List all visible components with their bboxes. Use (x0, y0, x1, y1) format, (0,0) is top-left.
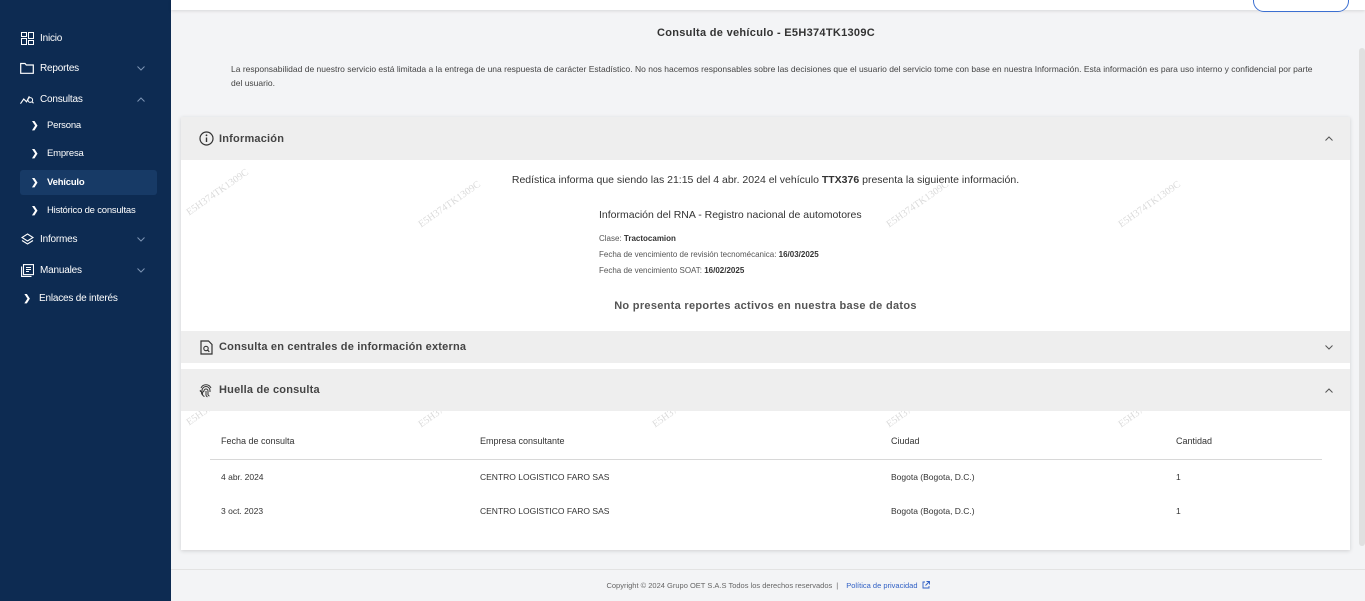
sidebar-subitem-vehiculo[interactable]: ❯ Vehículo (20, 170, 157, 195)
chevron-up-icon (1324, 385, 1334, 395)
vehicle-plate: TTX376 (821, 174, 860, 186)
cell-ciudad: Bogota (Bogota, D.C.) (891, 506, 975, 516)
scrollbar[interactable] (1359, 48, 1365, 546)
book-icon (20, 263, 34, 277)
sidebar-item-label: Informes (40, 233, 78, 245)
sidebar-item-label: Manuales (40, 264, 82, 276)
sidebar-item-label: Consultas (40, 93, 83, 105)
sidebar-subitem-label: Empresa (47, 148, 84, 159)
chevron-right-icon: ❯ (31, 205, 39, 215)
fingerprint-icon (198, 382, 214, 398)
row-label: Clase: (599, 234, 624, 243)
chevron-down-icon (135, 62, 147, 74)
document-search-icon (198, 339, 214, 355)
sidebar-item-label: Inicio (40, 32, 63, 44)
cell-cantidad: 1 (1176, 472, 1181, 482)
section-title: Consulta en centrales de información ext… (219, 341, 467, 353)
top-bar (171, 0, 1365, 10)
sidebar-subitem-label: Persona (47, 120, 81, 131)
folder-icon (20, 61, 34, 75)
results-card: E5H374TK1309C E5H374TK1309C E5H374TK1309… (181, 117, 1350, 550)
table-divider (210, 459, 1322, 460)
chevron-down-icon (135, 233, 147, 245)
accordion-consulta-externa[interactable]: Consulta en centrales de información ext… (181, 331, 1350, 363)
chevron-down-icon (135, 264, 147, 276)
chevron-right-icon: ❯ (31, 148, 39, 158)
layers-icon (20, 232, 34, 246)
no-reports-message: No presenta reportes activos en nuestra … (614, 300, 917, 312)
sidebar-item-informes[interactable]: Informes (0, 226, 171, 252)
watermark: E5H374TK1309C (1116, 178, 1183, 231)
external-link-icon[interactable] (922, 580, 930, 591)
rna-row-soat: Fecha de vencimiento SOAT: 16/02/2025 (599, 266, 744, 275)
cell-empresa: CENTRO LOGISTICO FARO SAS (480, 506, 610, 516)
chevron-right-icon: ❯ (31, 177, 39, 187)
disclaimer-text: La responsabilidad de nuestro servicio e… (231, 64, 1313, 88)
cell-ciudad: Bogota (Bogota, D.C.) (891, 472, 975, 482)
sidebar-subitem-label: Vehículo (47, 177, 85, 188)
footer: Copyright © 2024 Grupo OET S.A.S Todos l… (171, 569, 1365, 601)
sidebar-subitem-persona[interactable]: ❯ Persona (20, 113, 157, 138)
sidebar-item-inicio[interactable]: Inicio (0, 25, 171, 51)
privacy-link[interactable]: Política de privacidad (846, 581, 917, 590)
statement-suffix: presenta la siguiente información. (859, 174, 1020, 186)
dashboard-icon (20, 31, 34, 45)
rna-row-clase: Clase: Tractocamion (599, 234, 676, 243)
search-chart-icon (20, 92, 34, 106)
section-title: Huella de consulta (219, 384, 320, 396)
sidebar-item-label: Enlaces de interés (39, 292, 118, 304)
row-label: Fecha de vencimiento SOAT: (599, 266, 705, 275)
sidebar-item-reportes[interactable]: Reportes (0, 55, 171, 81)
chevron-down-icon (1324, 342, 1334, 352)
sidebar-item-label: Reportes (40, 62, 79, 74)
rna-title: Información del RNA - Registro nacional … (599, 209, 862, 221)
column-header-fecha: Fecha de consulta (221, 436, 295, 446)
sidebar-subitem-label: Histórico de consultas (47, 205, 136, 216)
sidebar-subitem-empresa[interactable]: ❯ Empresa (20, 141, 157, 166)
accordion-informacion[interactable]: Información (181, 117, 1350, 160)
page-title: Consulta de vehículo - E5H374TK1309C (656, 27, 876, 39)
row-value: 16/03/2025 (778, 250, 819, 259)
cell-empresa: CENTRO LOGISTICO FARO SAS (480, 472, 610, 482)
row-value: Tractocamion (623, 234, 676, 243)
column-header-empresa: Empresa consultante (480, 436, 565, 446)
column-header-cantidad: Cantidad (1176, 436, 1213, 446)
sidebar: Inicio Reportes Consultas ❯ Persona ❯ Em… (0, 0, 171, 601)
sidebar-item-consultas[interactable]: Consultas (0, 86, 171, 112)
chevron-right-icon: ❯ (31, 120, 39, 130)
rna-row-tecnomecanica: Fecha de vencimiento de revisión tecnomé… (599, 250, 819, 259)
cell-fecha: 4 abr. 2024 (221, 472, 264, 482)
sidebar-subitem-historico[interactable]: ❯ Histórico de consultas (20, 198, 157, 223)
info-icon (198, 131, 214, 147)
top-action-button[interactable] (1253, 0, 1349, 12)
info-statement: Redística informa que siendo las 21:15 d… (181, 174, 1350, 186)
chevron-up-icon (1324, 134, 1334, 144)
watermark: E5H374TK1309C (416, 178, 483, 231)
accordion-huella[interactable]: Huella de consulta (181, 369, 1350, 411)
sidebar-item-enlaces[interactable]: ❯ Enlaces de interés (0, 285, 171, 311)
section-title: Información (219, 132, 285, 145)
statement-prefix: Redística informa que siendo las 21:15 d… (511, 174, 822, 186)
cell-fecha: 3 oct. 2023 (221, 506, 264, 516)
column-header-ciudad: Ciudad (891, 436, 920, 446)
row-label: Fecha de vencimiento de revisión tecnomé… (599, 250, 779, 259)
cell-cantidad: 1 (1176, 506, 1181, 516)
chevron-up-icon (135, 93, 147, 105)
footer-separator: | (836, 581, 839, 590)
watermark: E5H374TK1309C (884, 178, 951, 231)
row-value: 16/02/2025 (704, 266, 745, 275)
sidebar-item-manuales[interactable]: Manuales (0, 257, 171, 283)
copyright-text: Copyright © 2024 Grupo OET S.A.S Todos l… (606, 581, 833, 590)
chevron-right-icon: ❯ (23, 292, 31, 303)
